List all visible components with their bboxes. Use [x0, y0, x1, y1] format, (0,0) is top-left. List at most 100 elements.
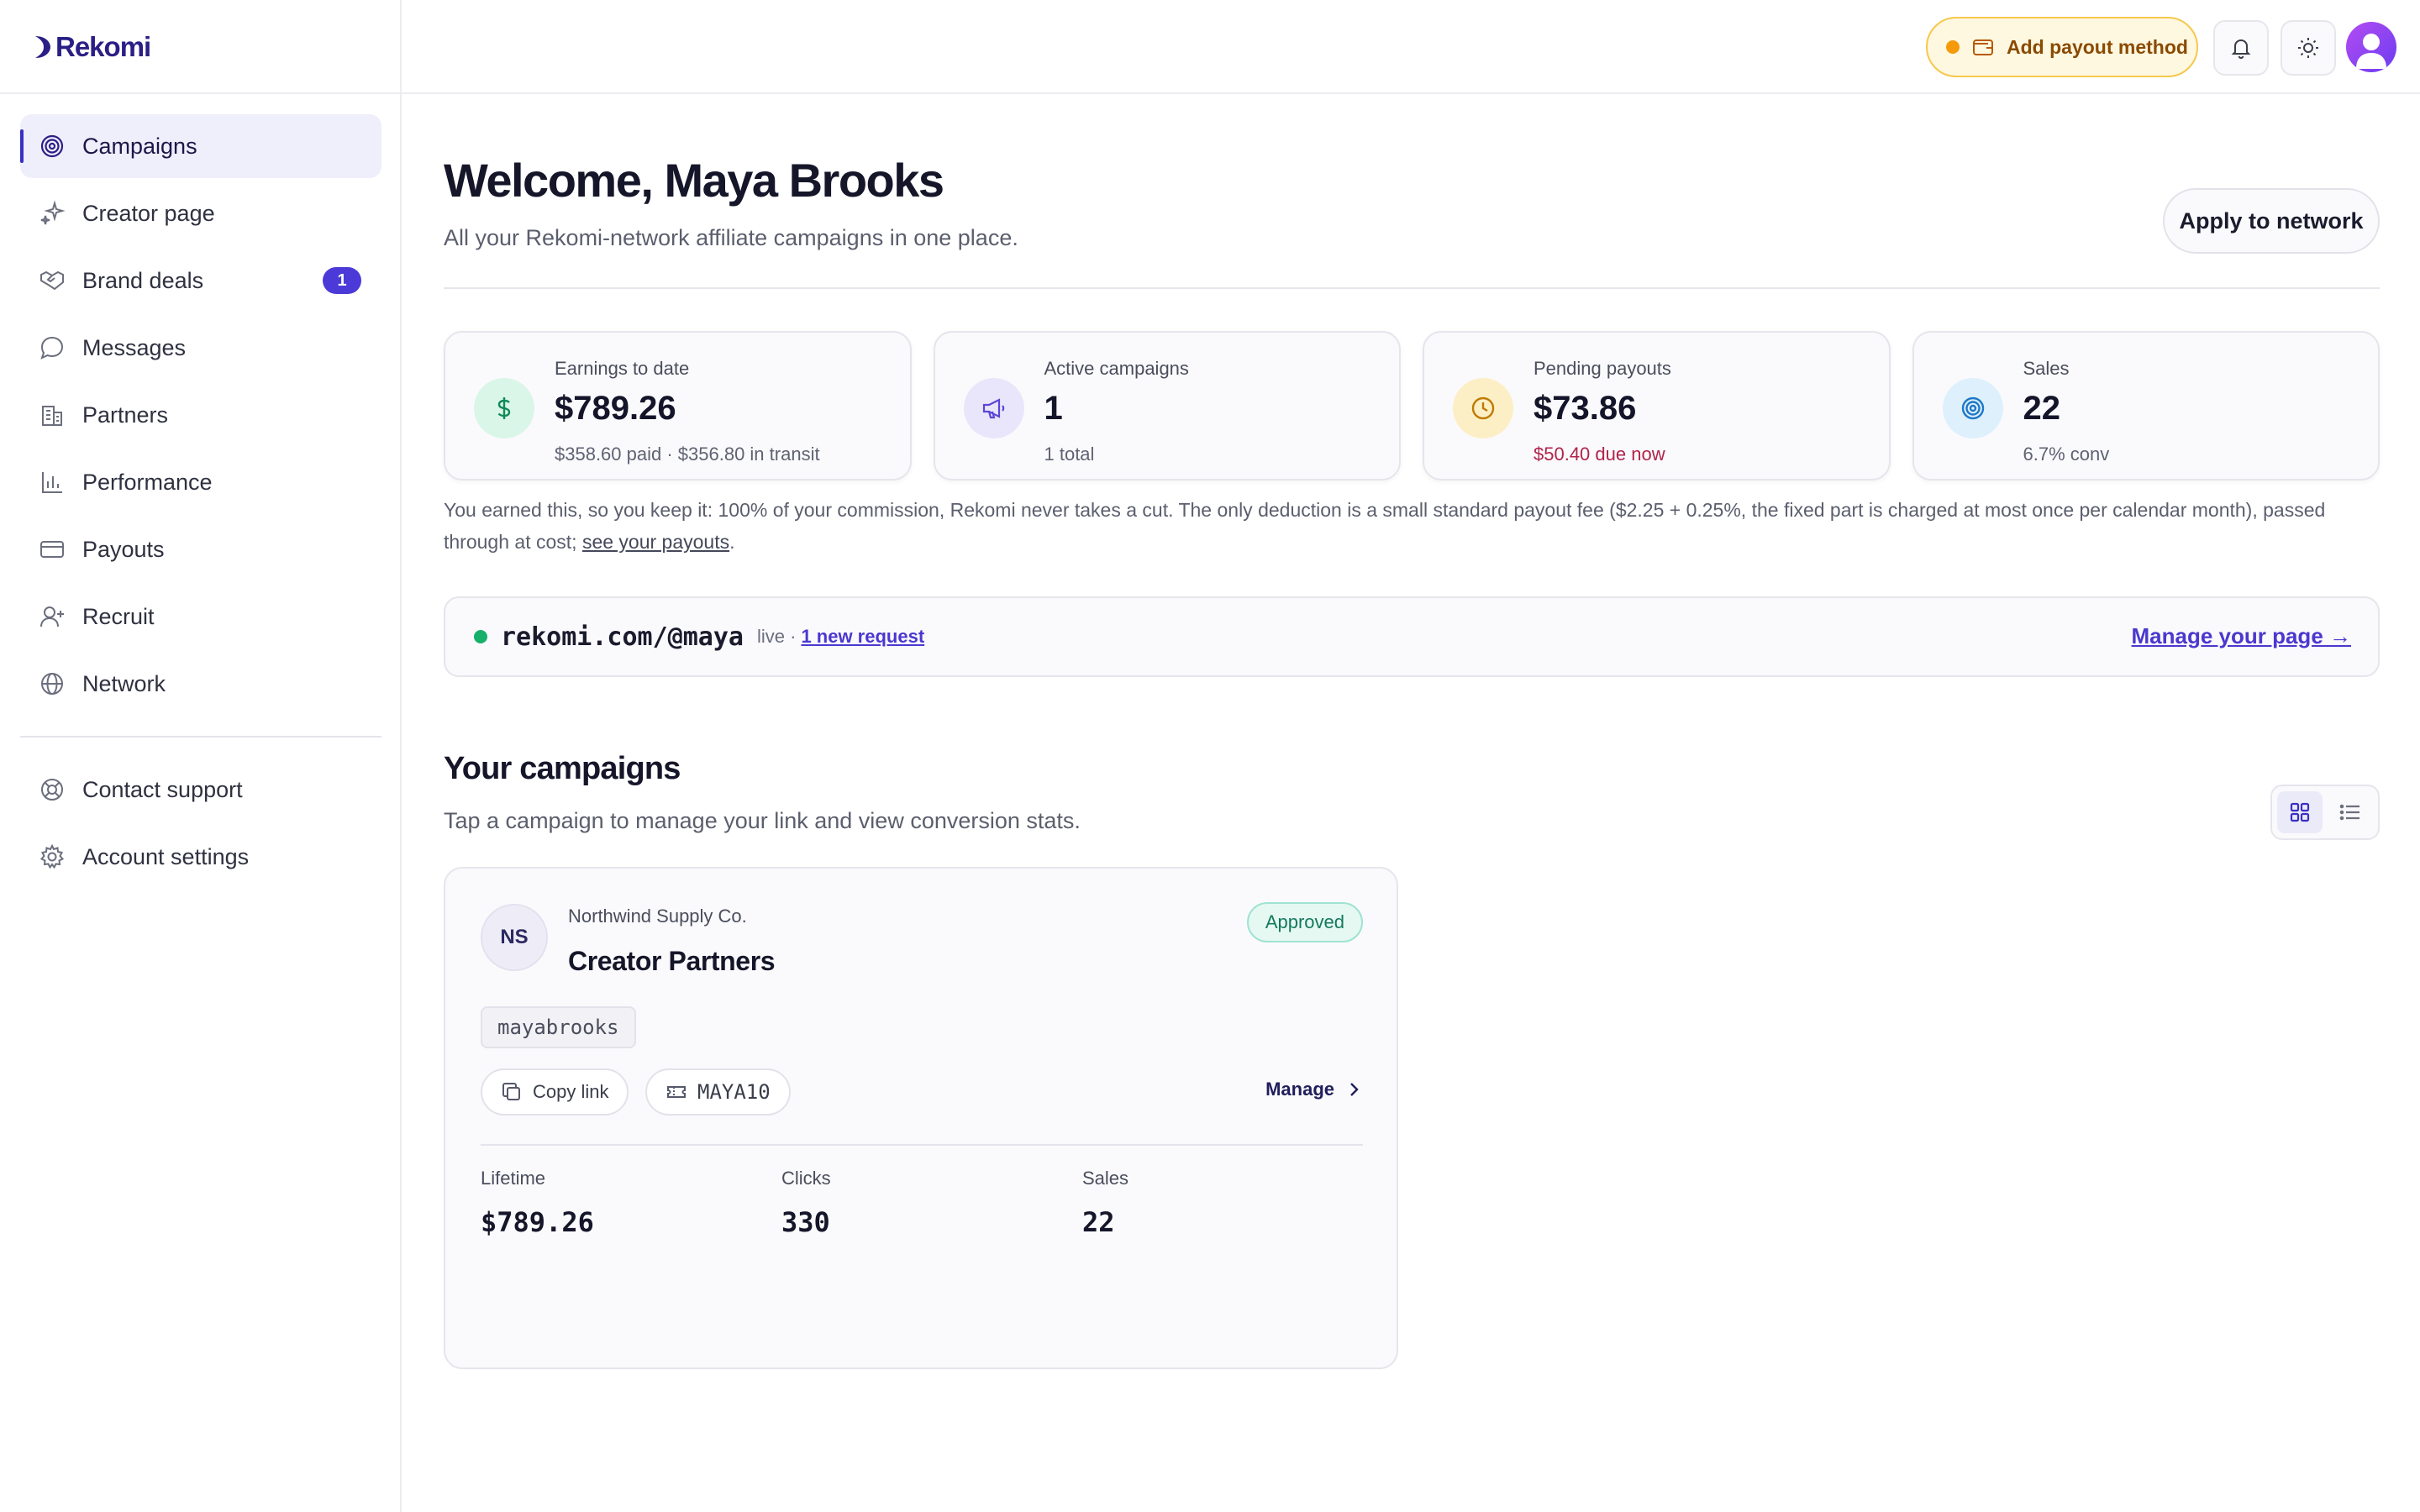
user-plus-icon: [40, 606, 64, 627]
sidebar-item-brand-deals[interactable]: Brand deals 1: [20, 249, 381, 312]
primary-nav: Campaigns Creator page Brand deals 1 Mes…: [20, 114, 381, 719]
stat-card-active-campaigns: Active campaigns 1 1 total: [933, 331, 1401, 480]
pending-icon-circle: [1453, 378, 1513, 438]
stat-value: $73.86: [1534, 390, 1637, 427]
coupon-code-chip[interactable]: MAYA10: [645, 1068, 791, 1116]
list-view-button[interactable]: [2328, 791, 2373, 833]
stat-sub: 6.7% conv: [2023, 444, 2110, 465]
stat-label: Sales: [2023, 358, 2070, 379]
copy-link-label: Copy link: [533, 1081, 609, 1102]
lifebuoy-icon: [41, 779, 63, 801]
apply-to-network-button[interactable]: Apply to network: [2163, 188, 2380, 254]
user-avatar[interactable]: [2346, 22, 2396, 72]
metric-clicks: Clicks 330: [781, 1168, 831, 1238]
see-payouts-link[interactable]: see your payouts: [582, 531, 729, 553]
campaigns-icon-circle: [963, 378, 1024, 438]
metric-lifetime: Lifetime $789.26: [481, 1168, 594, 1238]
metric-label: Lifetime: [481, 1168, 546, 1189]
status-badge: Approved: [1246, 902, 1363, 942]
grid-view-button[interactable]: [2277, 791, 2323, 833]
megaphone-icon: [982, 398, 1004, 419]
sidebar-item-creator-page[interactable]: Creator page: [20, 181, 381, 245]
credit-card-icon: [40, 541, 64, 558]
sidebar-item-label: Campaigns: [82, 133, 197, 159]
stat-card-pending-payouts: Pending payouts $73.86 $50.40 due now: [1423, 331, 1891, 480]
brand-avatar: NS: [481, 904, 548, 971]
sidebar-item-network[interactable]: Network: [20, 652, 381, 716]
sidebar-item-label: Recruit: [82, 603, 155, 629]
handshake-icon: [40, 270, 64, 291]
sidebar: Rekomi Campaigns Creator page Brand deal…: [0, 0, 402, 1512]
notifications-button[interactable]: [2213, 20, 2269, 76]
wallet-icon: [1973, 39, 1993, 55]
campaign-brand: Northwind Supply Co.: [568, 906, 747, 927]
sidebar-item-payouts[interactable]: Payouts: [20, 517, 381, 581]
campaign-card[interactable]: NS Northwind Supply Co. Creator Partners…: [444, 867, 1398, 1369]
stat-card-sales: Sales 22 6.7% conv: [1912, 331, 2380, 480]
brand-deals-badge: 1: [323, 267, 361, 294]
sparkles-icon: [40, 200, 66, 225]
sidebar-item-partners[interactable]: Partners: [20, 383, 381, 447]
sidebar-item-performance[interactable]: Performance: [20, 450, 381, 514]
sidebar-item-recruit[interactable]: Recruit: [20, 585, 381, 648]
sidebar-item-label: Performance: [82, 469, 213, 495]
stat-value: 22: [2023, 390, 2061, 427]
sidebar-item-campaigns[interactable]: Campaigns: [20, 114, 381, 178]
stat-card-earnings: Earnings to date $789.26 $358.60 paid · …: [444, 331, 912, 480]
sidebar-item-account-settings[interactable]: Account settings: [20, 825, 381, 889]
stats-row: Earnings to date $789.26 $358.60 paid · …: [444, 331, 2380, 480]
metric-value: 22: [1082, 1206, 1115, 1238]
sidebar-item-label: Brand deals: [82, 267, 204, 293]
sidebar-item-label: Messages: [82, 334, 187, 360]
brand-logo[interactable]: Rekomi: [29, 30, 151, 64]
coupon-code: MAYA10: [697, 1080, 771, 1104]
earnings-icon-circle: [474, 378, 534, 438]
target-icon: [40, 134, 64, 158]
list-icon: [2339, 804, 2360, 821]
sidebar-item-label: Payouts: [82, 536, 165, 562]
manage-campaign-button[interactable]: Manage: [1265, 1079, 1363, 1100]
sidebar-divider: [20, 736, 381, 738]
gear-icon: [39, 843, 65, 869]
stat-value: $789.26: [555, 390, 676, 427]
copy-link-button[interactable]: Copy link: [481, 1068, 629, 1116]
note-end: .: [729, 531, 735, 553]
sales-icon-circle: [1942, 378, 2003, 438]
brand-name: Rekomi: [55, 31, 151, 62]
stat-sub: 1 total: [1044, 444, 1095, 465]
view-toggle: [2270, 785, 2380, 840]
grid-icon: [2290, 802, 2310, 822]
add-payout-method-button[interactable]: Add payout method: [1926, 17, 2198, 77]
stat-label: Pending payouts: [1534, 358, 1671, 379]
affiliate-handle: mayabrooks: [481, 1006, 636, 1048]
secondary-nav: Contact support Account settings: [20, 758, 381, 892]
stat-label: Active campaigns: [1044, 358, 1189, 379]
warning-dot: [1946, 40, 1960, 54]
theme-toggle-button[interactable]: [2281, 20, 2336, 76]
dollar-icon: [497, 397, 511, 419]
metric-label: Sales: [1082, 1168, 1129, 1189]
commission-note: You earned this, so you keep it: 100% of…: [444, 494, 2380, 558]
header-divider: [444, 287, 2380, 289]
logo-mark-icon: [35, 36, 50, 58]
campaign-divider: [481, 1144, 1363, 1146]
stat-label: Earnings to date: [555, 358, 690, 379]
new-request-link[interactable]: 1 new request: [801, 626, 924, 648]
page-subtitle: All your Rekomi-network affiliate campai…: [444, 225, 1018, 250]
sidebar-item-messages[interactable]: Messages: [20, 316, 381, 380]
creator-page-url[interactable]: rekomi.com/@maya: [501, 622, 744, 652]
sidebar-item-label: Creator page: [82, 200, 215, 226]
metric-value: 330: [781, 1206, 830, 1238]
bar-chart-icon: [42, 472, 62, 493]
ticket-icon: [667, 1086, 686, 1098]
target-icon: [1961, 396, 1984, 420]
sidebar-item-contact-support[interactable]: Contact support: [20, 758, 381, 822]
bell-icon: [2231, 39, 2251, 60]
sidebar-item-label: Network: [82, 670, 166, 696]
sidebar-item-label: Account settings: [82, 843, 250, 869]
manage-your-page-link[interactable]: Manage your page →: [2132, 623, 2352, 649]
top-bar: Add payout method: [402, 0, 2420, 94]
metric-label: Clicks: [781, 1168, 831, 1189]
stat-sub: $358.60 paid · $356.80 in transit: [555, 444, 820, 465]
stat-value: 1: [1044, 390, 1063, 427]
